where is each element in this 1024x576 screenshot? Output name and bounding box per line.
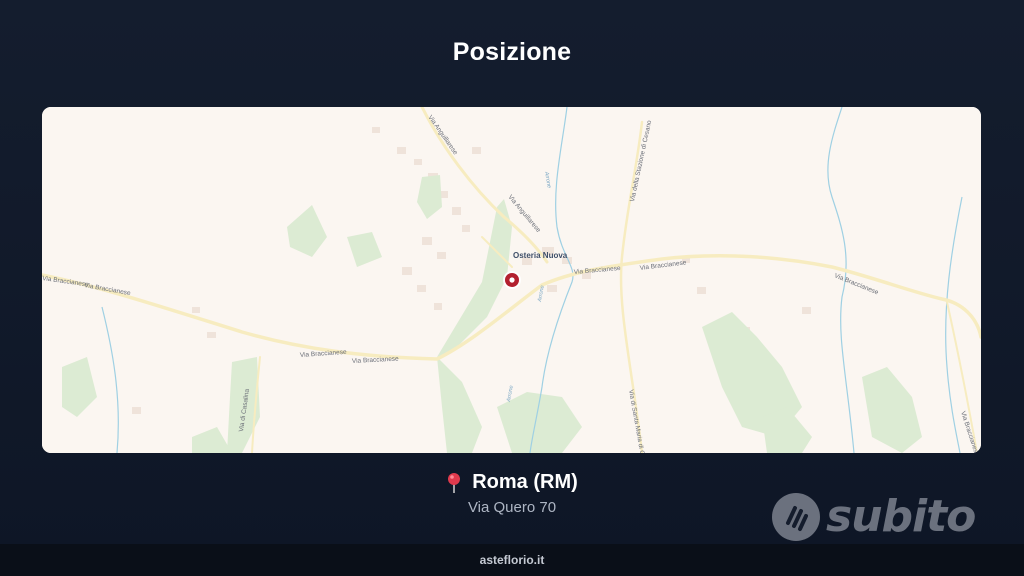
location-city: Roma (RM) <box>472 471 578 493</box>
subito-logo-text: subito <box>826 491 976 542</box>
map-view[interactable]: Via Braccianese Via Braccianese Via Brac… <box>42 107 981 453</box>
location-marker-icon[interactable] <box>503 271 521 289</box>
subito-logo: subito <box>772 490 976 544</box>
map-canvas[interactable]: Via Braccianese Via Braccianese Via Brac… <box>42 107 981 453</box>
pushpin-icon <box>446 472 462 494</box>
subito-logo-icon <box>772 493 820 541</box>
page-title: Posizione <box>452 38 572 66</box>
footer-site: asteflorio.it <box>0 544 1024 576</box>
place-label-osteria-nuova: Osteria Nuova <box>513 251 568 260</box>
